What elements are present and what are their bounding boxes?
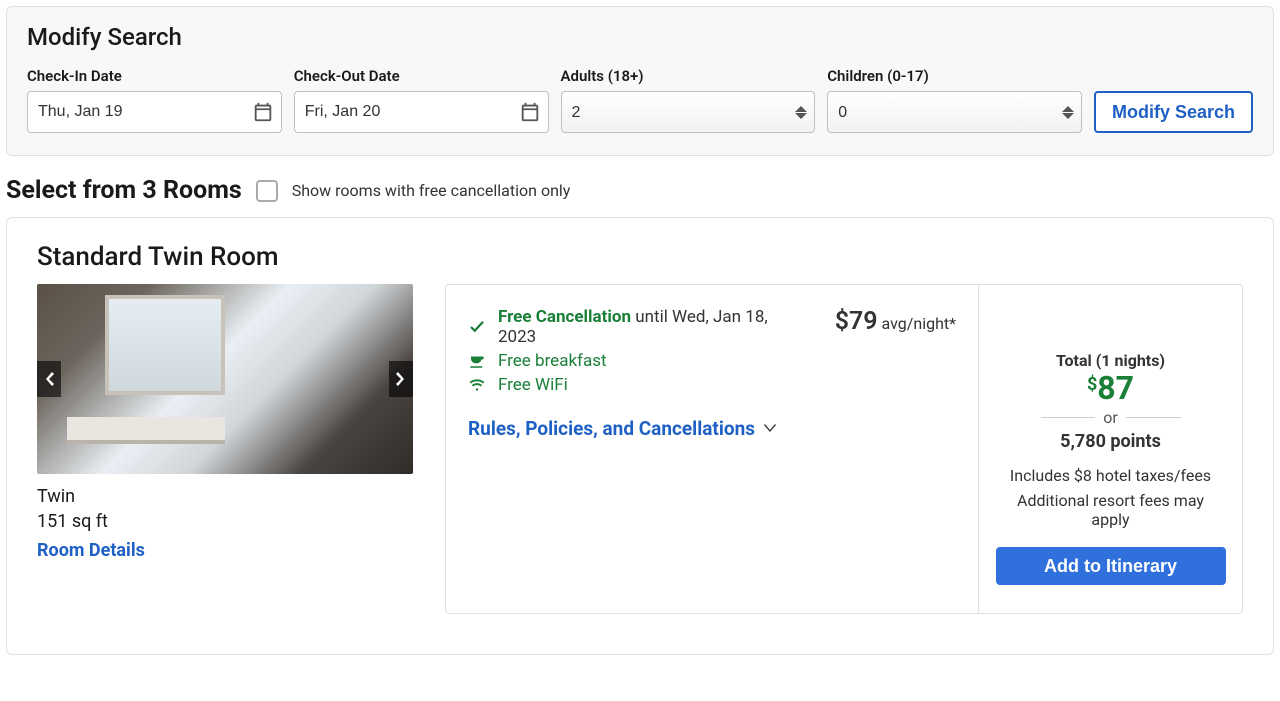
select-rooms-heading: Select from 3 Rooms xyxy=(6,176,242,205)
check-icon xyxy=(468,318,486,336)
adults-select[interactable]: 2 xyxy=(561,91,816,133)
perk-free-breakfast: Free breakfast xyxy=(468,351,807,371)
children-field: Children (0-17) 0 xyxy=(827,67,1082,133)
chevron-down-icon xyxy=(763,424,777,434)
wifi-icon xyxy=(468,376,486,394)
rooms-panel: Standard Twin Room Twin 151 sq ft Room D… xyxy=(6,217,1274,655)
add-to-itinerary-button[interactable]: Add to Itinerary xyxy=(996,547,1226,585)
chevron-right-icon xyxy=(396,372,406,386)
room-details-link[interactable]: Room Details xyxy=(37,540,145,561)
adults-field: Adults (18+) 2 xyxy=(561,67,816,133)
perk-free-wifi: Free WiFi xyxy=(468,375,807,395)
perks-list: Free Cancellation until Wed, Jan 18, 202… xyxy=(468,307,807,591)
points-price: 5,780 points xyxy=(1060,431,1161,452)
children-select[interactable]: 0 xyxy=(827,91,1082,133)
or-divider: or xyxy=(1041,408,1181,427)
modify-search-panel: Modify Search Check-In Date Check-Out Da… xyxy=(6,6,1274,156)
photo-next-button[interactable] xyxy=(389,361,413,397)
price-summary: Total (1 nights) $ 87 or 5,780 points In… xyxy=(978,285,1242,613)
rules-policies-link[interactable]: Rules, Policies, and Cancellations xyxy=(468,417,807,440)
free-cancellation-checkbox[interactable] xyxy=(256,180,278,202)
perk-free-cancellation: Free Cancellation until Wed, Jan 18, 202… xyxy=(468,307,807,347)
room-size: 151 sq ft xyxy=(37,509,413,534)
checkin-field: Check-In Date xyxy=(27,67,282,133)
resort-fees-text: Additional resort fees may apply xyxy=(1011,491,1211,529)
room-body: Twin 151 sq ft Room Details Free Cancell… xyxy=(37,284,1243,614)
chevron-left-icon xyxy=(44,372,54,386)
adults-label: Adults (18+) xyxy=(561,67,816,85)
room-offer-card: Free Cancellation until Wed, Jan 18, 202… xyxy=(445,284,1243,614)
room-photo xyxy=(37,284,413,474)
coffee-icon xyxy=(468,352,486,370)
room-bed-type: Twin xyxy=(37,484,413,509)
search-row: Check-In Date Check-Out Date Adults (18+… xyxy=(27,67,1253,133)
avg-price: $79 avg/night* xyxy=(835,307,956,591)
total-price: $ 87 xyxy=(1087,372,1134,404)
checkin-input[interactable] xyxy=(27,91,282,133)
taxes-fees-text: Includes $8 hotel taxes/fees xyxy=(1010,466,1211,485)
checkout-field: Check-Out Date xyxy=(294,67,549,133)
room-name: Standard Twin Room xyxy=(37,242,1243,272)
checkout-input[interactable] xyxy=(294,91,549,133)
calendar-icon xyxy=(252,101,274,123)
free-cancellation-label: Show rooms with free cancellation only xyxy=(292,181,571,200)
modify-search-heading: Modify Search xyxy=(27,23,1253,51)
modify-search-button[interactable]: Modify Search xyxy=(1094,91,1253,133)
checkin-label: Check-In Date xyxy=(27,67,282,85)
select-rooms-header: Select from 3 Rooms Show rooms with free… xyxy=(6,176,1274,205)
checkout-label: Check-Out Date xyxy=(294,67,549,85)
children-label: Children (0-17) xyxy=(827,67,1082,85)
photo-prev-button[interactable] xyxy=(37,361,61,397)
room-info: Free Cancellation until Wed, Jan 18, 202… xyxy=(446,285,978,613)
calendar-icon xyxy=(519,101,541,123)
total-label: Total (1 nights) xyxy=(1056,351,1165,370)
room-left-column: Twin 151 sq ft Room Details xyxy=(37,284,413,561)
